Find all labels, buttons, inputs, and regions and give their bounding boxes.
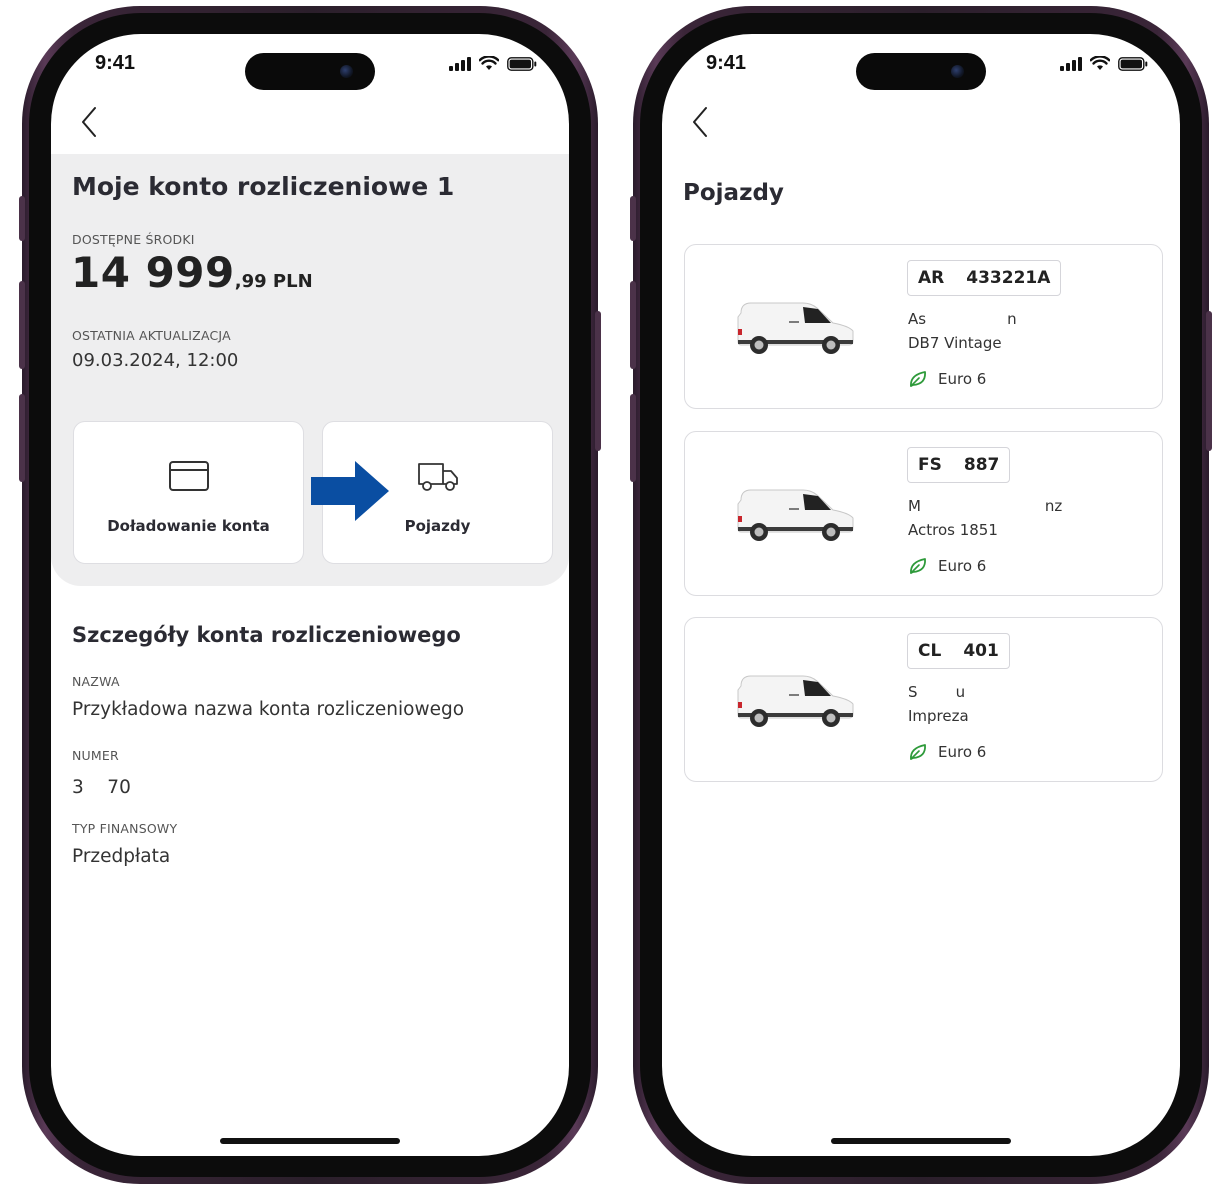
van-image	[737, 302, 854, 354]
back-chevron-icon[interactable]	[75, 102, 105, 142]
home-indicator[interactable]	[220, 1138, 400, 1144]
signal-icon	[1060, 56, 1082, 71]
balance-value: 14 999,99 PLN	[71, 248, 313, 297]
credit-card-icon	[168, 461, 209, 491]
type-value: Przedpłata	[72, 846, 171, 867]
leaf-icon	[910, 558, 926, 574]
phone-frame-vehicles: 9:41 Pojazdy AR 433221A As n DB7 Vintage…	[630, 6, 1212, 1184]
emission-label: Euro 6	[938, 370, 987, 388]
wifi-icon	[479, 56, 499, 70]
volume-down-button	[19, 394, 25, 482]
leaf-icon	[910, 744, 926, 760]
number-value: 3 70	[72, 777, 131, 798]
camera-icon	[340, 65, 353, 78]
home-indicator[interactable]	[831, 1138, 1011, 1144]
phone-frame-account: 9:41 Moje konto rozliczeniowe 1 DOSTĘPNE…	[19, 6, 601, 1184]
license-plate: CL 401	[907, 633, 1010, 669]
battery-icon	[1118, 56, 1148, 71]
vehicle-card[interactable]: FS 887 M nz Actros 1851 Euro 6	[684, 431, 1163, 596]
vehicle-model: DB7 Vintage	[908, 334, 1002, 352]
dynamic-island	[245, 53, 375, 90]
details-title: Szczegóły konta rozliczeniowego	[72, 623, 461, 647]
wifi-icon	[1090, 56, 1110, 70]
plate-prefix: CL	[918, 641, 942, 661]
van-image	[737, 489, 854, 541]
status-icons	[449, 56, 537, 71]
volume-down-button	[630, 394, 636, 482]
vehicles-screen: 9:41 Pojazdy AR 433221A As n DB7 Vintage…	[662, 34, 1180, 1156]
mute-switch	[630, 196, 636, 241]
balance-fraction: ,99 PLN	[234, 271, 313, 292]
volume-up-button	[630, 281, 636, 369]
emission-class: Euro 6	[908, 369, 986, 389]
vehicle-card[interactable]: CL 401 S u Impreza Euro 6	[684, 617, 1163, 782]
plate-number: 887	[963, 455, 1000, 475]
account-screen: 9:41 Moje konto rozliczeniowe 1 DOSTĘPNE…	[51, 34, 569, 1156]
battery-icon	[507, 56, 537, 71]
power-button	[595, 311, 601, 451]
emission-label: Euro 6	[938, 743, 987, 761]
emission-class: Euro 6	[908, 742, 986, 762]
balance-main: 14 999	[71, 248, 235, 297]
vehicles-title: Pojazdy	[683, 180, 784, 206]
plate-prefix: AR	[918, 268, 945, 288]
back-chevron-icon[interactable]	[686, 102, 716, 142]
vehicle-make: As n	[908, 310, 1017, 328]
type-label: TYP FINANSOWY	[72, 821, 178, 836]
last-update-label: OSTATNIA AKTUALIZACJA	[72, 328, 231, 343]
signal-icon	[449, 56, 471, 71]
power-button	[1206, 311, 1212, 451]
plate-prefix: FS	[918, 455, 942, 475]
name-label: NAZWA	[72, 674, 120, 689]
status-icons	[1060, 56, 1148, 71]
dynamic-island	[856, 53, 986, 90]
status-time: 9:41	[95, 52, 136, 74]
right-arrow-icon	[311, 461, 389, 521]
available-funds-label: DOSTĘPNE ŚRODKI	[72, 232, 195, 247]
vehicle-model: Actros 1851	[908, 521, 998, 539]
number-label: NUMER	[72, 748, 119, 763]
top-up-tile[interactable]: Doładowanie konta	[73, 421, 304, 564]
vehicle-model: Impreza	[908, 707, 969, 725]
emission-label: Euro 6	[938, 557, 987, 575]
truck-icon	[417, 463, 458, 491]
vehicle-make: M nz	[908, 497, 1063, 515]
mute-switch	[19, 196, 25, 241]
account-title: Moje konto rozliczeniowe 1	[72, 172, 455, 201]
last-update-value: 09.03.2024, 12:00	[72, 350, 239, 371]
vehicle-make: S u	[908, 683, 966, 701]
vehicle-card[interactable]: AR 433221A As n DB7 Vintage Euro 6	[684, 244, 1163, 409]
plate-number: 433221A	[966, 268, 1051, 288]
plate-number: 401	[963, 641, 999, 661]
emission-class: Euro 6	[908, 556, 986, 576]
leaf-icon	[910, 371, 926, 387]
license-plate: AR 433221A	[907, 260, 1062, 296]
camera-icon	[951, 65, 964, 78]
top-up-label: Doładowanie konta	[107, 517, 270, 535]
volume-up-button	[19, 281, 25, 369]
van-image	[737, 675, 854, 727]
license-plate: FS 887	[907, 447, 1011, 483]
name-value: Przykładowa nazwa konta rozliczeniowego	[72, 699, 465, 720]
status-time: 9:41	[706, 52, 747, 74]
